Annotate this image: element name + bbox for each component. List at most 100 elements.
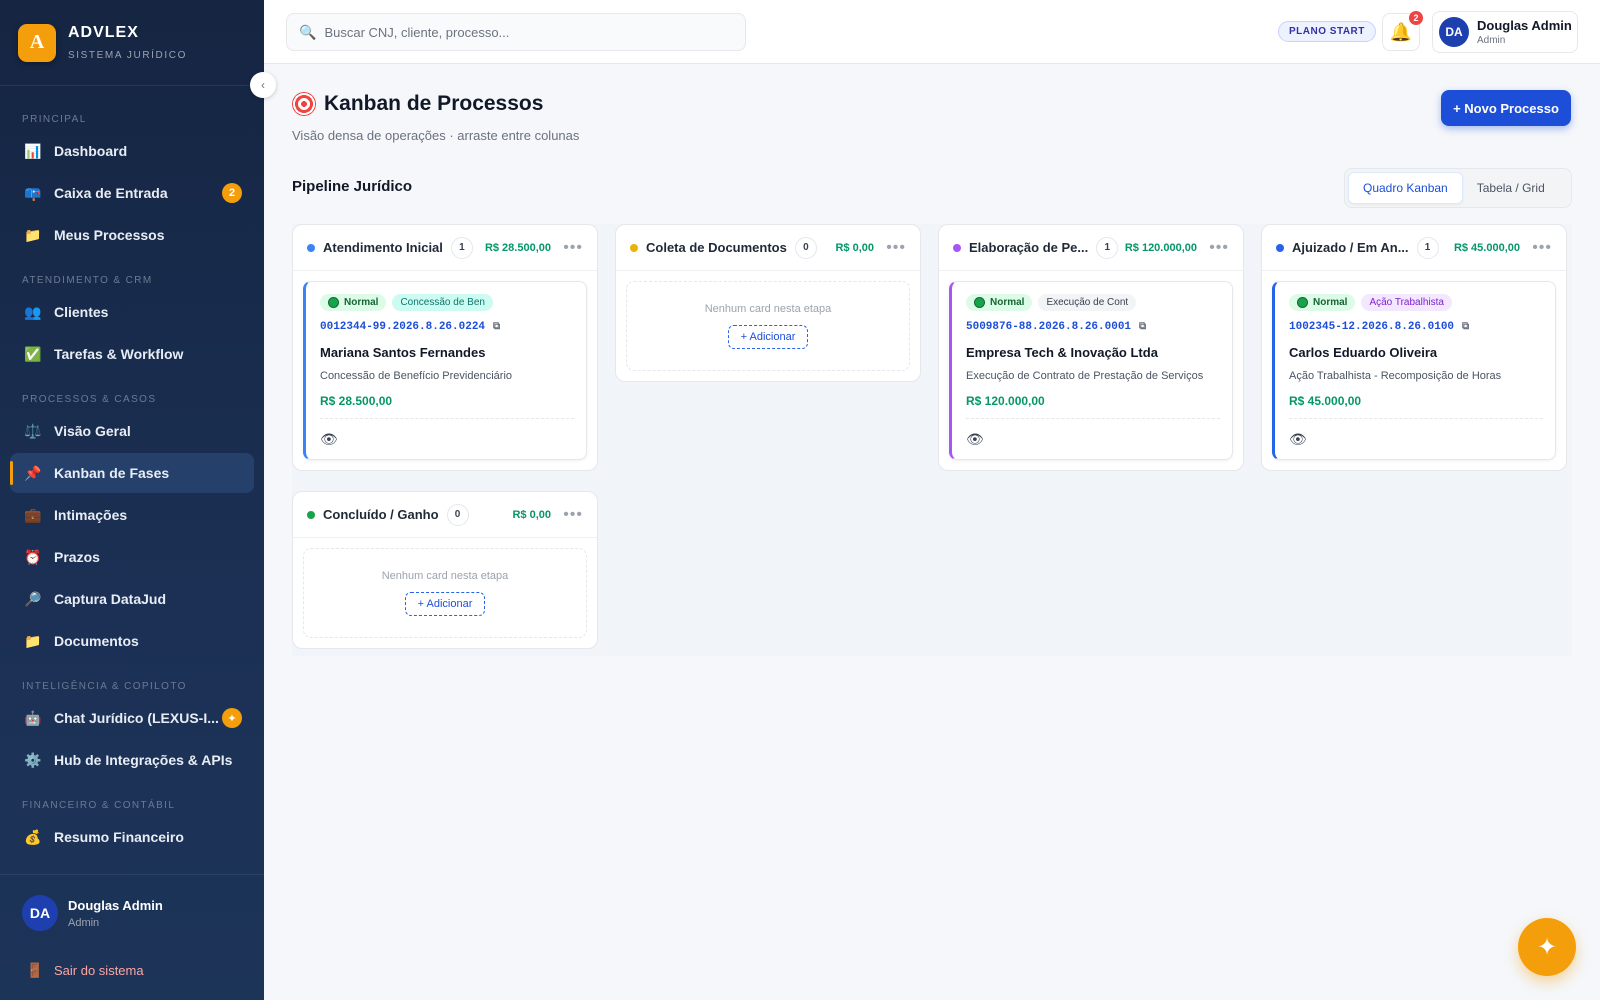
sidebar-item-dashboard[interactable]: 📊 Dashboard — [10, 131, 254, 171]
briefcase-icon: 💼 — [24, 506, 42, 523]
process-description: Execução de Contrato de Prestação de Ser… — [966, 370, 1204, 382]
view-table-button[interactable]: Tabela / Grid — [1463, 172, 1559, 204]
logout-link[interactable]: 🚪 Sair do sistema — [26, 961, 143, 979]
sidebar-item-tasks[interactable]: ✅ Tarefas & Workflow — [10, 334, 254, 374]
more-options-icon[interactable]: ••• — [563, 506, 583, 524]
column-title: Ajuizado / Em An... — [1292, 240, 1409, 255]
sidebar-item-overview[interactable]: ⚖️ Visão Geral — [10, 411, 254, 451]
column-header[interactable]: Ajuizado / Em An... 1 R$ 45.000,00 ••• — [1262, 225, 1566, 271]
client-name: Empresa Tech & Inovação Ltda — [966, 345, 1158, 360]
copy-icon[interactable]: ⧉ — [1139, 321, 1146, 333]
notifications-button[interactable]: 🔔 2 — [1382, 11, 1423, 51]
process-card[interactable]: Normal Execução de Cont 5009876-88.2026.… — [949, 281, 1233, 460]
sidebar-item-datajud[interactable]: 🔎 Captura DataJud — [10, 579, 254, 619]
sidebar-item-label: Tarefas & Workflow — [54, 346, 184, 362]
column-color-dot — [307, 243, 315, 252]
sidebar-item-clients[interactable]: 👥 Clientes — [10, 292, 254, 332]
eye-icon[interactable]: 👁 — [320, 429, 574, 449]
column-count: 1 — [1416, 236, 1439, 259]
target-icon — [292, 92, 316, 116]
kanban-board: Atendimento Inicial 1 R$ 28.500,00 ••• N… — [292, 224, 1572, 656]
cnj-text: 0012344-99.2026.8.26.0224 — [320, 321, 486, 333]
process-card[interactable]: Normal Ação Trabalhista 1002345-12.2026.… — [1272, 281, 1556, 460]
copy-icon[interactable]: ⧉ — [1462, 321, 1469, 333]
sidebar-item-kanban[interactable]: 📌 Kanban de Fases — [10, 453, 254, 493]
sidebar-item-deadlines[interactable]: ⏰ Prazos — [10, 537, 254, 577]
header-user-menu[interactable]: DA Douglas Admin Admin — [1432, 11, 1578, 53]
sidebar-item-label: Dashboard — [54, 143, 128, 159]
brand: A ADVLEX SISTEMA JURÍDICO — [0, 0, 264, 86]
view-kanban-button[interactable]: Quadro Kanban — [1348, 172, 1463, 204]
sidebar-item-label: Caixa de Entrada — [54, 185, 168, 201]
process-description: Ação Trabalhista - Recomposição de Horas — [1289, 370, 1502, 382]
cnj-text: 5009876-88.2026.8.26.0001 — [966, 321, 1132, 333]
cnj-number: 5009876-88.2026.8.26.0001 ⧉ — [966, 321, 1220, 333]
column-header[interactable]: Coleta de Documentos 0 R$ 0,00 ••• — [616, 225, 920, 271]
sidebar: A ADVLEX SISTEMA JURÍDICO PRINCIPAL 📊 Da… — [0, 0, 264, 1000]
sidebar-item-documents[interactable]: 📁 Documentos — [10, 621, 254, 661]
priority-tag: Normal — [966, 294, 1033, 311]
main-content: Kanban de Processos Visão densa de opera… — [264, 64, 1600, 1000]
inbox-count-badge: 2 — [222, 183, 242, 203]
sidebar-item-finance[interactable]: 💰 Resumo Financeiro — [10, 817, 254, 857]
add-card-button[interactable]: + Adicionar — [727, 325, 809, 349]
column-header[interactable]: Atendimento Inicial 1 R$ 28.500,00 ••• — [293, 225, 597, 271]
more-options-icon[interactable]: ••• — [1532, 239, 1552, 257]
brand-logo[interactable]: A — [18, 23, 56, 62]
column-title: Concluído / Ganho — [323, 507, 439, 522]
sidebar-item-intimations[interactable]: 💼 Intimações — [10, 495, 254, 535]
user-role: Admin — [1477, 35, 1506, 46]
eye-icon[interactable]: 👁 — [966, 429, 1220, 449]
top-header: 🔍 PLANO START 🔔 2 DA Douglas Admin Admin — [264, 0, 1600, 64]
scales-icon: ⚖️ — [24, 422, 42, 439]
column-count: 1 — [1096, 236, 1119, 259]
plan-badge[interactable]: PLANO START — [1278, 21, 1376, 42]
search-bar[interactable]: 🔍 — [286, 13, 746, 51]
alarm-icon: ⏰ — [24, 548, 42, 565]
sidebar-item-my-processes[interactable]: 📁 Meus Processos — [10, 215, 254, 255]
more-options-icon[interactable]: ••• — [1209, 239, 1229, 257]
sidebar-item-inbox[interactable]: 📪 Caixa de Entrada 2 — [10, 173, 254, 213]
type-tag: Execução de Cont — [1038, 294, 1137, 311]
new-process-button[interactable]: + Novo Processo — [1441, 90, 1571, 126]
sidebar-item-label: Intimações — [54, 507, 128, 523]
view-toggle: Quadro Kanban Tabela / Grid — [1344, 168, 1572, 208]
green-circle-icon — [328, 297, 339, 308]
section-label-principal: PRINCIPAL — [22, 114, 87, 125]
add-card-button[interactable]: + Adicionar — [404, 592, 486, 616]
column-total: R$ 0,00 — [835, 241, 874, 254]
process-value: R$ 45.000,00 — [1289, 394, 1543, 419]
folder-icon: 📁 — [24, 226, 42, 243]
sidebar-user[interactable]: DA Douglas Admin Admin — [22, 895, 163, 931]
pin-icon: 📌 — [24, 464, 42, 481]
column-count: 0 — [446, 503, 469, 526]
process-card[interactable]: Normal Concessão de Ben 0012344-99.2026.… — [303, 281, 587, 460]
more-options-icon[interactable]: ••• — [563, 239, 583, 257]
process-value: R$ 120.000,00 — [966, 394, 1220, 419]
kanban-column: Ajuizado / Em An... 1 R$ 45.000,00 ••• N… — [1261, 224, 1567, 471]
eye-icon[interactable]: 👁 — [1289, 429, 1543, 449]
column-header[interactable]: Elaboração de Pe... 1 R$ 120.000,00 ••• — [939, 225, 1243, 271]
copy-icon[interactable]: ⧉ — [493, 321, 500, 333]
robot-icon: 🤖 — [24, 709, 42, 726]
section-label-finance: FINANCEIRO & CONTÁBIL — [22, 800, 176, 811]
column-header[interactable]: Concluído / Ganho 0 R$ 0,00 ••• — [293, 492, 597, 538]
column-color-dot — [307, 510, 315, 519]
pipeline-title: Pipeline Jurídico — [292, 178, 413, 195]
kanban-column: Atendimento Inicial 1 R$ 28.500,00 ••• N… — [292, 224, 598, 471]
sidebar-footer: DA Douglas Admin Admin 🚪 Sair do sistema — [0, 874, 264, 1000]
search-input[interactable] — [324, 24, 725, 40]
sidebar-item-chat[interactable]: 🤖 Chat Jurídico (LEXUS-I... ✦ — [10, 698, 254, 738]
more-options-icon[interactable]: ••• — [886, 239, 906, 257]
column-total: R$ 45.000,00 — [1453, 241, 1520, 254]
ai-assistant-button[interactable]: ✦ — [1518, 918, 1576, 976]
kanban-column: Concluído / Ganho 0 R$ 0,00 ••• Nenhum c… — [292, 491, 598, 649]
avatar: DA — [1439, 17, 1469, 47]
page-title: Kanban de Processos — [292, 92, 543, 116]
check-icon: ✅ — [24, 345, 42, 362]
column-color-dot — [630, 243, 638, 252]
chart-icon: 📊 — [24, 142, 42, 159]
sidebar-item-label: Meus Processos — [54, 227, 165, 243]
sidebar-item-label: Resumo Financeiro — [54, 829, 184, 845]
sidebar-item-integrations[interactable]: ⚙️ Hub de Integrações & APIs — [10, 740, 254, 780]
